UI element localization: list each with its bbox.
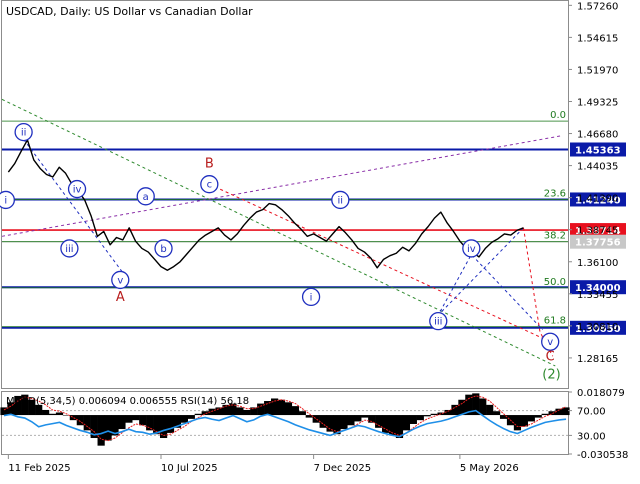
macd-bar [423,415,431,417]
price-axis-label: 1.41390 [577,194,618,205]
macd-bar [201,411,209,416]
macd-bar [451,404,459,416]
macd-bar [250,407,258,416]
macd-bar [416,415,424,421]
price-level-tag: 1.37756 [575,238,621,249]
price-axis-label: 1.46680 [577,130,618,141]
macd-bar [347,415,355,426]
macd-bar [118,415,126,430]
wave-label: c [207,180,213,191]
wave-label: i [310,292,313,303]
time-axis-label: 7 Dec 2025 [314,463,372,474]
time-axis-label: 10 Jul 2025 [161,463,218,474]
macd-bar [0,407,8,416]
macd-bar [146,415,154,431]
macd-bar [340,415,348,430]
price-axis-label: 1.28165 [577,354,618,365]
chart-canvas: 1.453631.412401.387141.377561.340001.306… [0,0,640,480]
macd-bar [548,411,556,416]
wave-label: v [547,337,553,348]
wave-label: iv [73,185,82,196]
macd-bar [402,415,411,431]
macd-bar [236,407,244,416]
macd-bar [513,415,522,431]
macd-bar [215,407,223,416]
macd-bar [194,413,202,416]
macd-bar [180,415,188,423]
macd-bar [166,415,175,433]
wave-label: v [117,275,123,286]
chart-title: USDCAD, Daily: US Dollar vs Canadian Dol… [6,5,253,18]
macd-bar [69,415,77,421]
price-axis-label: 1.49325 [577,97,618,108]
macd-bar [125,415,133,423]
macd-bar [97,415,105,446]
indicator-axis-label: 70.00 [577,407,606,418]
wave-label: C [546,349,555,364]
macd-bar [382,415,390,433]
macd-bar [42,409,50,416]
macd-bar [562,407,570,416]
price-axis-label: 1.30810 [577,322,618,333]
macd-bar [409,415,417,424]
macd-bar [132,415,140,421]
fib-level-label: 61.8 [544,316,566,327]
price-axis-label: 1.54615 [577,33,618,44]
macd-bar [48,413,57,416]
indicator-axis-label: 0.018079 [577,388,625,399]
price-level-tag: 1.45363 [575,146,621,157]
wave-label: ii [338,195,344,206]
fib-level-label: 38.2 [544,231,566,242]
wave-label: B [205,157,214,172]
macd-bar [361,415,369,418]
macd-bar [527,415,535,422]
wave-label: a [143,192,149,203]
wave-label: i [4,195,7,206]
macd-bar [354,415,362,422]
macd-bar [541,413,549,416]
usdcad-daily-chart: 1.45363 1.41240 1.38714 1.37756 1.34000 1.306… [0,0,640,480]
macd-bar [319,415,327,428]
wave-label: iii [65,244,73,255]
macd-bar [298,411,306,416]
macd-bar [375,415,383,428]
macd-bar [291,406,300,416]
wave-label: (2) [542,367,560,382]
fib-level-label: 50.0 [544,277,566,288]
macd-bar [430,413,438,416]
macd-bar [284,402,293,416]
macd-bar [243,409,251,416]
indicator-title: MACD(5,34,5) 0.006094 0.006555 RSI(14) 5… [6,396,249,407]
price-axis-label: 1.57260 [577,1,618,12]
wave-label: b [160,244,166,255]
macd-bar [139,415,147,426]
macd-bar [277,399,286,416]
wave-label: iii [434,317,442,328]
indicator-axis-label: 30.00 [577,431,606,442]
fib-level-label: 23.6 [544,188,566,199]
price-axis-label: 1.38745 [577,226,618,237]
macd-bar [104,415,112,441]
indicator-axis-label: -0.030538 [577,450,628,461]
wave-label: iv [467,244,476,255]
price-axis-label: 1.33455 [577,290,618,301]
price-axis-label: 1.44035 [577,162,618,173]
macd-bar [520,415,528,427]
macd-bar [534,415,542,418]
macd-bar [479,398,487,416]
time-axis-label: 5 May 2026 [460,463,519,474]
time-axis-label: 11 Feb 2025 [8,463,70,474]
macd-bar [312,415,320,423]
macd-bar [187,415,195,419]
price-axis-label: 1.36100 [577,258,618,269]
price-axis-label: 1.51970 [577,65,618,76]
wave-label: ii [21,128,27,139]
fib-level-label: 0.0 [550,110,566,121]
wave-label: A [116,290,125,305]
macd-bar [55,412,64,416]
macd-bar [493,411,501,416]
macd-bar [486,404,494,416]
